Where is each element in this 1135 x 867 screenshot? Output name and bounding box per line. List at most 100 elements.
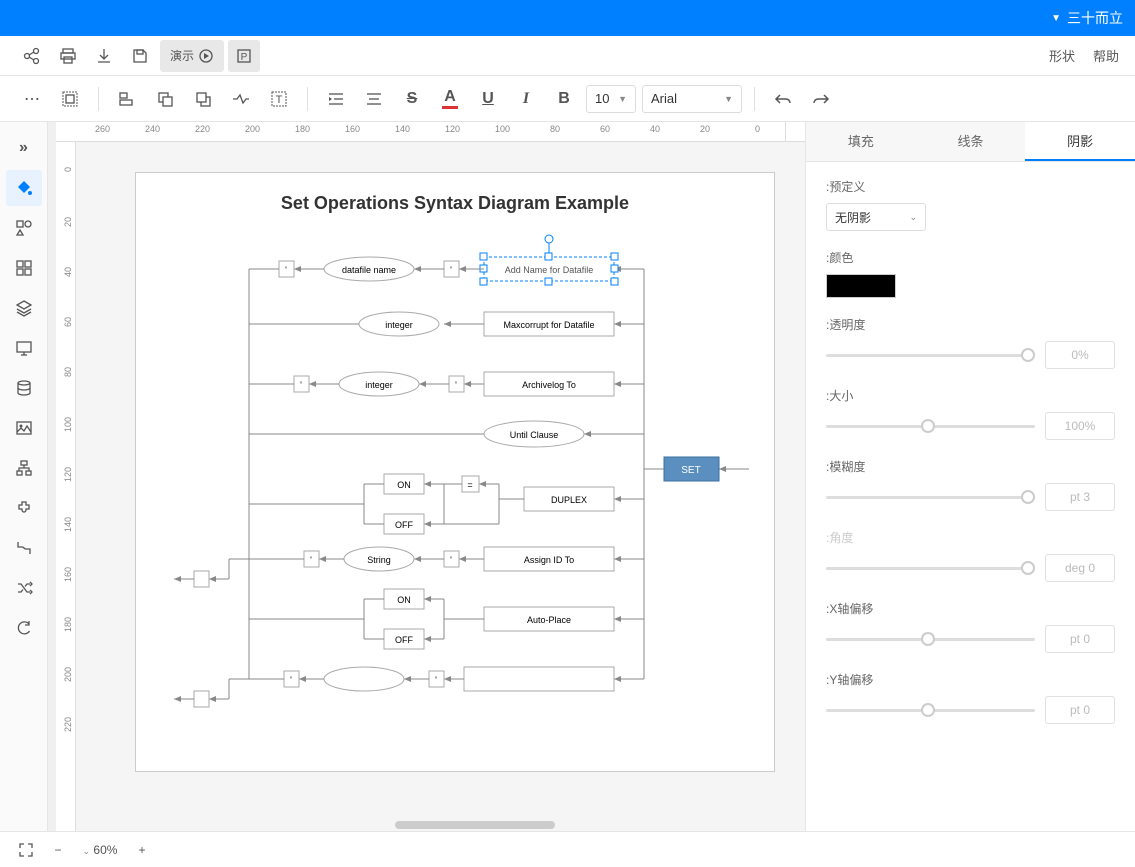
- properties-tabs: 填充 线条 阴影: [806, 122, 1135, 162]
- presentation-icon[interactable]: [6, 330, 42, 366]
- shadow-color-swatch[interactable]: [826, 274, 896, 298]
- svg-text:Archivelog To: Archivelog To: [522, 380, 576, 390]
- size-value[interactable]: 100%: [1045, 412, 1115, 440]
- svg-text:OFF: OFF: [395, 635, 413, 645]
- font-family-value: Arial: [651, 91, 677, 106]
- predefined-value: 无阴影: [835, 209, 871, 226]
- grid-icon[interactable]: [6, 250, 42, 286]
- caret-down-icon: ▼: [618, 94, 627, 104]
- undo-icon[interactable]: [767, 83, 799, 115]
- size-label: 大小:: [826, 387, 1115, 404]
- format-toolbar: ⋯ T S A U I B 10 ▼ Arial ▼: [0, 76, 1135, 122]
- svg-text:SET: SET: [681, 465, 700, 476]
- shuffle-icon[interactable]: [6, 570, 42, 606]
- edit-mode-icon[interactable]: P: [228, 40, 260, 72]
- hierarchy-icon[interactable]: [6, 450, 42, 486]
- bold-icon[interactable]: B: [548, 83, 580, 115]
- diagram-title[interactable]: Set Operations Syntax Diagram Example: [156, 193, 754, 214]
- svg-text:integer: integer: [385, 320, 413, 330]
- diagram-svg[interactable]: SET Add Name for Datafile: [154, 234, 754, 734]
- canvas-page[interactable]: Set Operations Syntax Diagram Example SE…: [135, 172, 775, 772]
- present-button[interactable]: 演示: [160, 40, 224, 72]
- angle-slider[interactable]: [826, 558, 1035, 578]
- horizontal-scrollbar-thumb[interactable]: [395, 821, 555, 829]
- svg-text:': ': [435, 675, 437, 685]
- statusbar: − 60% ⌄ +: [0, 831, 1135, 867]
- svg-text:ON: ON: [397, 480, 411, 490]
- send-back-icon[interactable]: [149, 83, 181, 115]
- svg-text:Maxcorrupt for Datafile: Maxcorrupt for Datafile: [503, 320, 594, 330]
- share-icon[interactable]: [16, 40, 48, 72]
- download-icon[interactable]: [88, 40, 120, 72]
- align-icon[interactable]: [111, 83, 143, 115]
- zoom-level[interactable]: 60% ⌄: [80, 843, 120, 857]
- print-icon[interactable]: [52, 40, 84, 72]
- fullscreen-icon[interactable]: [16, 840, 36, 860]
- font-size-select[interactable]: 10 ▼: [586, 85, 636, 113]
- opacity-slider[interactable]: [826, 345, 1035, 365]
- blur-slider[interactable]: [826, 487, 1035, 507]
- font-size-value: 10: [595, 91, 609, 106]
- redo-icon[interactable]: [805, 83, 837, 115]
- main-toolbar: 演示 P 形状 帮助: [0, 36, 1135, 76]
- svg-text:P: P: [241, 52, 248, 63]
- layers-icon[interactable]: [6, 290, 42, 326]
- image-icon[interactable]: [6, 410, 42, 446]
- refresh-icon[interactable]: [6, 610, 42, 646]
- caret-down-icon: ⌄: [909, 212, 917, 223]
- text-box-icon[interactable]: T: [263, 83, 295, 115]
- angle-value[interactable]: 0 deg: [1045, 554, 1115, 582]
- underline-icon[interactable]: U: [472, 83, 504, 115]
- sidebar-scroll-track[interactable]: [48, 122, 56, 831]
- predefined-label: 预定义:: [826, 178, 1115, 195]
- svg-text:': ': [450, 555, 452, 565]
- strikethrough-icon[interactable]: S: [396, 83, 428, 115]
- tab-line[interactable]: 线条: [916, 122, 1026, 161]
- size-slider[interactable]: [826, 416, 1035, 436]
- angle-label: 角度:: [826, 529, 1115, 546]
- titlebar: 三十而立 ▼: [0, 0, 1135, 36]
- fill-tool-icon[interactable]: [6, 170, 42, 206]
- xoffset-slider[interactable]: [826, 629, 1035, 649]
- line-style-icon[interactable]: [225, 83, 257, 115]
- bring-front-icon[interactable]: [187, 83, 219, 115]
- ruler-corner: [785, 122, 805, 142]
- present-label: 演示: [170, 47, 194, 64]
- tab-fill[interactable]: 填充: [806, 122, 916, 161]
- align-text-icon[interactable]: [358, 83, 390, 115]
- font-family-select[interactable]: Arial ▼: [642, 85, 742, 113]
- tab-shadow[interactable]: 阴影: [1025, 122, 1135, 161]
- indent-icon[interactable]: [320, 83, 352, 115]
- share-link[interactable]: 形状: [1049, 46, 1075, 65]
- blur-label: 模糊度:: [826, 458, 1115, 475]
- save-icon[interactable]: [124, 40, 156, 72]
- extension-icon[interactable]: [6, 490, 42, 526]
- shape-library-icon[interactable]: [6, 210, 42, 246]
- zoom-in-icon[interactable]: +: [132, 840, 152, 860]
- help-link[interactable]: 帮助: [1093, 46, 1119, 65]
- zoom-out-icon[interactable]: −: [48, 840, 68, 860]
- title-dropdown-caret[interactable]: ▼: [1051, 13, 1061, 24]
- svg-text:=: =: [467, 480, 472, 490]
- xoffset-value[interactable]: 0 pt: [1045, 625, 1115, 653]
- predefined-select[interactable]: 无阴影 ⌄: [826, 203, 926, 231]
- collapse-sidebar-icon[interactable]: «: [6, 130, 42, 166]
- canvas-scroll[interactable]: Set Operations Syntax Diagram Example SE…: [76, 142, 805, 831]
- yoffset-slider[interactable]: [826, 700, 1035, 720]
- yoffset-value[interactable]: 0 pt: [1045, 696, 1115, 724]
- group-icon[interactable]: [54, 83, 86, 115]
- caret-down-icon: ▼: [724, 94, 733, 104]
- database-icon[interactable]: [6, 370, 42, 406]
- svg-text:DUPLEX: DUPLEX: [551, 495, 587, 505]
- svg-text:': ': [455, 380, 457, 390]
- color-label: 颜色:: [826, 249, 1115, 266]
- svg-text:String: String: [367, 555, 391, 565]
- opacity-value[interactable]: 0%: [1045, 341, 1115, 369]
- font-color-icon[interactable]: A: [434, 83, 466, 115]
- blur-value[interactable]: 3 pt: [1045, 483, 1115, 511]
- svg-text:Add Name for Datafile: Add Name for Datafile: [505, 265, 594, 275]
- connector-icon[interactable]: [6, 530, 42, 566]
- document-title: 三十而立: [1067, 8, 1123, 28]
- italic-icon[interactable]: I: [510, 83, 542, 115]
- more-icon[interactable]: ⋯: [16, 83, 48, 115]
